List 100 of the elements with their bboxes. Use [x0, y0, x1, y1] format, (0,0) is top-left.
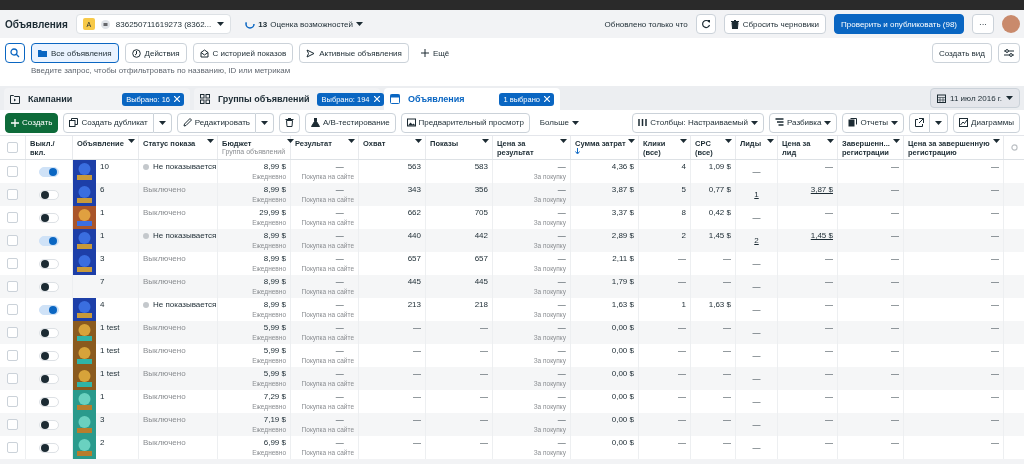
row-checkbox[interactable]	[7, 212, 18, 223]
row-checkbox[interactable]	[7, 258, 18, 269]
filter-tab[interactable]: С историей показов	[192, 43, 294, 63]
ad-name[interactable]: 6	[96, 183, 109, 206]
toggle-switch[interactable]	[39, 350, 59, 361]
ad-name[interactable]: 1	[96, 229, 109, 252]
toggle-switch[interactable]	[39, 373, 59, 384]
toggle-switch[interactable]	[39, 327, 59, 338]
ad-name[interactable]: 1	[96, 390, 109, 413]
cost-per-result: —	[556, 254, 566, 264]
create-view-button[interactable]: Создать вид	[932, 43, 992, 63]
registrations-value: —	[891, 346, 899, 356]
ad-name[interactable]: 3	[96, 252, 109, 275]
spend-value: 2,11 $	[612, 254, 634, 264]
delivery-status: Выключено	[143, 323, 186, 333]
delete-button[interactable]	[279, 112, 301, 133]
sort-arrow-icon[interactable]	[575, 148, 580, 155]
impressions-value: 705	[474, 208, 488, 218]
filter-tab[interactable]: Активные объявления	[299, 43, 409, 63]
dropdown-button[interactable]	[256, 112, 275, 133]
filter-tab[interactable]: Действия	[124, 43, 187, 63]
cpc-value: —	[723, 438, 731, 448]
ad-name[interactable]: 1 test	[96, 321, 124, 344]
impressions-value: —	[480, 323, 488, 333]
row-checkbox[interactable]	[7, 373, 18, 384]
more-actions-button[interactable]: Больше	[534, 112, 585, 133]
toggle-switch[interactable]	[39, 304, 59, 315]
row-checkbox[interactable]	[7, 166, 18, 177]
toggle-switch[interactable]	[39, 235, 59, 246]
toggle-switch[interactable]	[39, 258, 59, 269]
cost-per-registration: —	[991, 438, 999, 448]
ad-name[interactable]: 1 test	[96, 367, 124, 390]
edit-button[interactable]: Редактировать	[176, 112, 257, 133]
date-range-button[interactable]: 11 июл 2016 г.	[930, 88, 1020, 108]
ad-name[interactable]: 7	[96, 275, 109, 298]
leads-value[interactable]: 2	[754, 235, 759, 246]
toggle-switch[interactable]	[39, 212, 59, 223]
discard-drafts-button[interactable]: Сбросить черновики	[723, 14, 827, 34]
charts-button[interactable]: Диаграммы	[953, 112, 1020, 133]
ab-test-button[interactable]: A/B-тестирование	[305, 112, 396, 133]
reports-button[interactable]: Отчеты	[842, 112, 905, 133]
ad-name[interactable]: 10	[96, 160, 113, 183]
more-button[interactable]: ···	[972, 14, 994, 34]
result-value: —	[334, 277, 344, 287]
breakdown-icon	[775, 118, 784, 127]
more-tabs-button[interactable]: Ещё	[414, 43, 456, 63]
delivery-status: Выключено	[143, 254, 186, 264]
row-checkbox[interactable]	[7, 419, 18, 430]
ad-name[interactable]: 3	[96, 413, 109, 436]
toggle-switch[interactable]	[39, 189, 59, 200]
search-button[interactable]	[5, 43, 25, 63]
publish-button[interactable]: Проверить и опубликовать (98)	[834, 14, 964, 34]
leads-value[interactable]: 1	[754, 189, 759, 200]
toggle-switch[interactable]	[39, 281, 59, 292]
row-checkbox[interactable]	[7, 442, 18, 453]
toggle-switch[interactable]	[39, 396, 59, 407]
reach-value: —	[413, 346, 421, 356]
duplicate-button[interactable]: Создать дубликат	[63, 112, 154, 133]
create-button[interactable]: Создать	[5, 112, 59, 133]
account-name: 836250711619273 (8362...	[115, 19, 212, 29]
ad-name[interactable]: 1	[96, 206, 109, 229]
clicks-value: 1	[681, 300, 686, 310]
leads-value: —	[752, 373, 761, 384]
row-checkbox[interactable]	[7, 235, 18, 246]
registrations-value: —	[891, 323, 899, 333]
caret-icon	[217, 22, 225, 26]
row-checkbox[interactable]	[7, 281, 18, 292]
row-checkbox[interactable]	[7, 304, 18, 315]
preview-button[interactable]: Предварительный просмотр	[400, 112, 530, 133]
row-checkbox[interactable]	[7, 350, 18, 361]
dropdown-button[interactable]	[153, 112, 172, 133]
row-checkbox[interactable]	[7, 396, 18, 407]
cpc-value: —	[723, 277, 731, 287]
clicks-value: —	[678, 392, 686, 402]
filter-tab[interactable]: Все объявления	[31, 43, 119, 63]
row-checkbox[interactable]	[7, 327, 18, 338]
cost-per-registration: —	[991, 415, 999, 425]
toggle-switch[interactable]	[39, 166, 59, 177]
leads-value: —	[752, 212, 761, 223]
export-button[interactable]	[909, 112, 931, 133]
opportunity-score-button[interactable]: 13 Оценка возможностей	[245, 19, 363, 29]
columns-button[interactable]: Столбцы: Настраиваемый	[632, 112, 764, 133]
breakdown-button[interactable]: Разбивка	[769, 112, 838, 133]
toggle-switch[interactable]	[39, 442, 59, 453]
ad-name[interactable]: 1 test	[96, 344, 124, 367]
close-icon[interactable]	[544, 96, 550, 102]
cost-per-registration: —	[991, 185, 999, 195]
close-icon[interactable]	[373, 96, 380, 102]
row-checkbox[interactable]	[7, 189, 18, 200]
toggle-switch[interactable]	[39, 419, 59, 430]
ad-name[interactable]: 4	[96, 298, 109, 321]
registrations-value: —	[891, 415, 899, 425]
ad-name[interactable]: 2	[96, 436, 109, 459]
close-icon[interactable]	[174, 96, 180, 102]
select-all-checkbox[interactable]	[7, 142, 18, 153]
cost-per-registration: —	[991, 231, 999, 241]
refresh-button[interactable]	[695, 14, 716, 34]
settings-button[interactable]	[998, 43, 1020, 63]
dropdown-button[interactable]	[930, 112, 949, 133]
avatar[interactable]	[1002, 15, 1020, 33]
